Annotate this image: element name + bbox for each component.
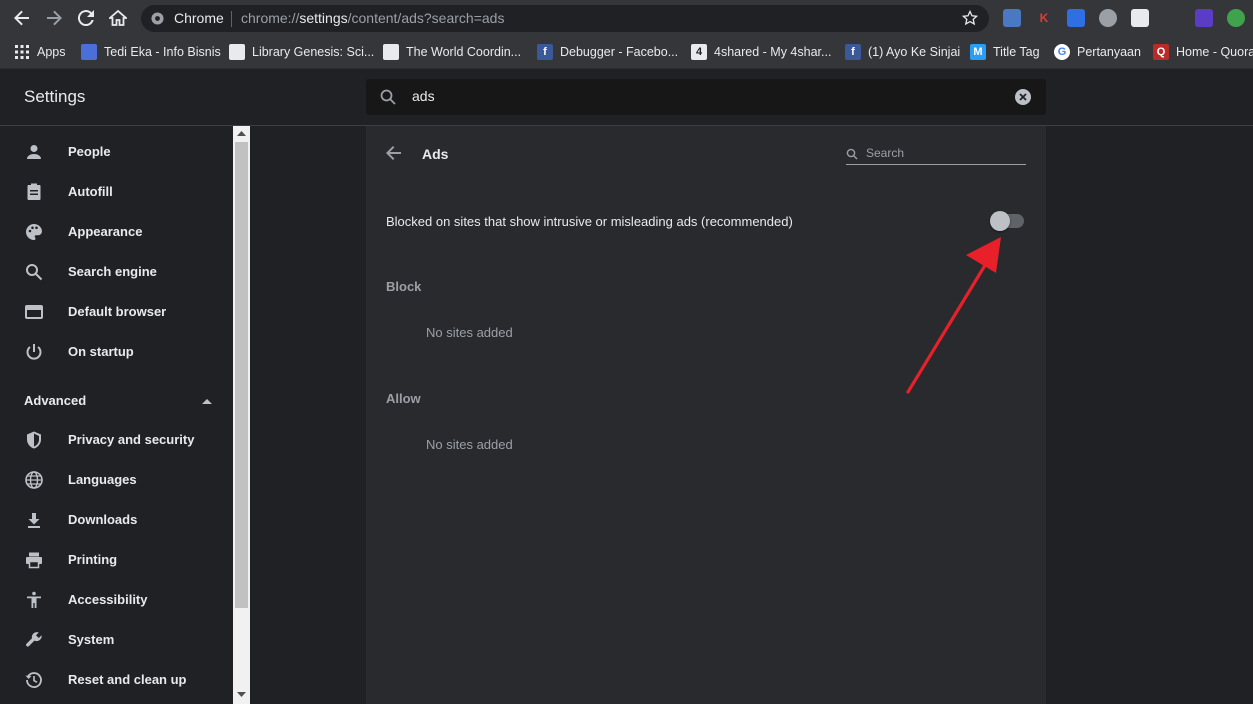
bookmark-pertanyaan[interactable]: G Pertanyaan (1054, 43, 1141, 61)
apps-grid-icon (14, 44, 30, 60)
sidebar-item-appearance[interactable]: Appearance (0, 212, 233, 252)
scrollbar-thumb[interactable] (235, 142, 248, 608)
sidebar-scrollbar[interactable] (233, 126, 250, 704)
globe-icon (25, 471, 43, 489)
browser-window-icon (25, 305, 43, 319)
bookmark-tedi-eka[interactable]: Tedi Eka - Info Bisnis (81, 43, 221, 61)
back-arrow-icon (14, 10, 29, 26)
bookmarks-bar: Apps Tedi Eka - Info Bisnis Library Gene… (0, 36, 1253, 69)
sidebar-advanced-toggle[interactable]: Advanced (24, 393, 86, 408)
ads-search-field[interactable]: Search (846, 146, 1026, 165)
info-extension-icon[interactable] (1195, 9, 1213, 27)
search-icon (846, 148, 858, 160)
facebook-icon: f (537, 44, 553, 60)
search-icon (380, 89, 396, 105)
settings-sidebar: People Autofill Appearance Search engine… (0, 126, 233, 704)
settings-search-value: ads (412, 88, 435, 104)
ads-page-title: Ads (422, 146, 449, 162)
scroll-up-arrow-icon[interactable] (237, 130, 246, 136)
omnibox-separator (231, 11, 232, 27)
sidebar-item-people[interactable]: People (0, 132, 233, 172)
back-arrow-icon[interactable] (386, 145, 402, 161)
bookmark-library-genesis[interactable]: Library Genesis: Sci... (229, 43, 374, 61)
checkmark-extension-icon[interactable] (1067, 9, 1085, 27)
clear-search-icon[interactable] (1014, 88, 1032, 106)
moz-icon: M (970, 44, 986, 60)
shield-icon (27, 431, 41, 449)
chrome-logo-icon (151, 12, 164, 25)
omnibox-chrome-label: Chrome (174, 10, 224, 26)
sidebar-item-on-startup[interactable]: On startup (0, 332, 233, 372)
sidebar-item-system[interactable]: System (0, 620, 233, 660)
bookmark-world-coordinating[interactable]: The World Coordin... (383, 43, 521, 61)
settings-header: Settings ads (0, 69, 1253, 126)
sidebar-item-autofill[interactable]: Autofill (0, 172, 233, 212)
sidebar-item-default-browser[interactable]: Default browser (0, 292, 233, 332)
globe-extension-icon[interactable] (1227, 9, 1245, 27)
bolt-extension-icon[interactable] (1099, 9, 1117, 27)
page-title: Settings (24, 87, 86, 106)
person-icon (27, 145, 41, 159)
facebook-icon: f (845, 44, 861, 60)
power-icon (26, 344, 42, 360)
address-bar[interactable]: Chrome chrome://settings/content/ads?sea… (141, 5, 989, 32)
printer-icon (26, 552, 42, 569)
sidebar-item-printing[interactable]: Printing (0, 540, 233, 580)
reload-icon (77, 10, 94, 27)
blog-icon (81, 44, 97, 60)
omnibox-url: chrome://settings/content/ads?search=ads (241, 10, 505, 26)
document-extension-icon[interactable] (1131, 9, 1149, 27)
allow-empty-message: No sites added (426, 437, 513, 452)
back-button[interactable] (10, 6, 34, 30)
book-icon (229, 44, 245, 60)
settings-search-input[interactable]: ads (366, 79, 1046, 115)
sidebar-item-languages[interactable]: Languages (0, 460, 233, 500)
4shared-icon: 4 (691, 44, 707, 60)
allow-section-heading: Allow (386, 391, 421, 406)
bookmark-debugger-facebook[interactable]: f Debugger - Facebo... (537, 43, 678, 61)
sidebar-item-accessibility[interactable]: Accessibility (0, 580, 233, 620)
bookmark-title-tag[interactable]: M Title Tag (970, 43, 1040, 61)
forward-button[interactable] (42, 6, 66, 30)
quora-icon: Q (1153, 44, 1169, 60)
download-icon (28, 513, 40, 528)
toggle-knob (990, 211, 1010, 231)
history-icon (25, 672, 42, 688)
block-empty-message: No sites added (426, 325, 513, 340)
ads-settings-card: Ads Search Blocked on sites that show in… (366, 126, 1046, 704)
reload-button[interactable] (74, 6, 98, 30)
sidebar-item-downloads[interactable]: Downloads (0, 500, 233, 540)
bookmark-apps[interactable]: Apps (14, 43, 66, 61)
bookmark-quora[interactable]: Q Home - Quora (1153, 43, 1253, 61)
sidebar-item-search-engine[interactable]: Search engine (0, 252, 233, 292)
bookmark-star-icon[interactable] (962, 10, 978, 26)
wrench-icon (26, 632, 42, 647)
translate-extension-icon[interactable] (1003, 9, 1021, 27)
search-icon (26, 264, 43, 281)
shield-logo-icon (383, 44, 399, 60)
home-icon (109, 9, 127, 26)
sidebar-item-reset-cleanup[interactable]: Reset and clean up (0, 660, 233, 700)
ads-search-placeholder: Search (866, 146, 905, 160)
sidebar-item-privacy-security[interactable]: Privacy and security (0, 420, 233, 460)
google-icon: G (1054, 44, 1070, 60)
bookmark-4shared[interactable]: 4 4shared - My 4shar... (691, 43, 831, 61)
browser-toolbar: Chrome chrome://settings/content/ads?sea… (0, 0, 1253, 36)
intrusive-ads-toggle[interactable] (990, 211, 1024, 231)
intrusive-ads-label: Blocked on sites that show intrusive or … (386, 214, 793, 229)
block-section-heading: Block (386, 279, 422, 294)
forward-arrow-icon (47, 10, 62, 26)
home-button[interactable] (106, 6, 130, 30)
scroll-down-arrow-icon[interactable] (237, 692, 246, 698)
palette-icon (26, 224, 42, 240)
bookmark-ayo-ke-sinjai[interactable]: f (1) Ayo Ke Sinjai (845, 43, 960, 61)
k-extension-icon[interactable]: K (1035, 9, 1053, 27)
chevron-up-icon[interactable] (202, 398, 212, 404)
accessibility-icon (27, 591, 41, 608)
clipboard-icon (27, 183, 41, 200)
